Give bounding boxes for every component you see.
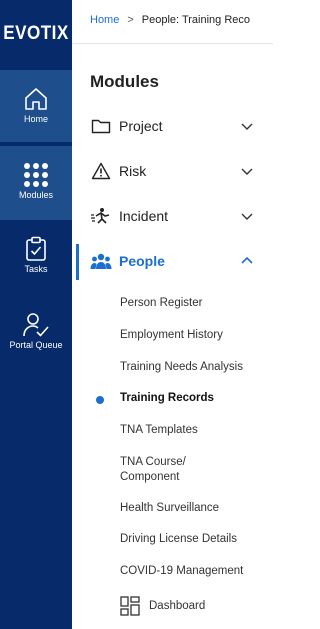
submenu-tna-course-component[interactable]: TNA Course/ Component <box>120 455 186 485</box>
module-incident[interactable]: Incident <box>90 204 260 228</box>
submenu-training-records[interactable]: Training Records <box>120 391 214 406</box>
warning-icon <box>90 161 112 181</box>
left-nav-rail: EVOTIX Home Modules Tasks Portal Queue <box>0 0 72 629</box>
module-project-label: Project <box>119 118 163 134</box>
rail-portal-queue[interactable]: Portal Queue <box>0 312 72 356</box>
breadcrumb-separator: > <box>127 14 134 26</box>
people-icon <box>90 251 112 271</box>
module-risk[interactable]: Risk <box>90 159 260 183</box>
module-incident-label: Incident <box>119 208 169 224</box>
rail-modules[interactable]: Modules <box>0 146 72 220</box>
clipboard-check-icon <box>26 236 46 261</box>
submenu-tna-templates[interactable]: TNA Templates <box>120 423 198 438</box>
grid-dots-icon <box>24 163 48 187</box>
submenu-dashboard-label: Dashboard <box>149 599 206 612</box>
rail-home-label: Home <box>23 114 48 124</box>
dashboard-icon <box>120 596 140 616</box>
breadcrumb-current: People: Training Reco <box>141 14 251 26</box>
module-people[interactable]: People <box>90 249 260 273</box>
chevron-down-icon <box>241 168 253 175</box>
incident-icon <box>90 206 112 226</box>
rail-portal-queue-label: Portal Queue <box>9 340 63 350</box>
chevron-down-icon <box>241 213 253 220</box>
rail-tasks[interactable]: Tasks <box>0 236 72 286</box>
module-risk-label: Risk <box>119 163 147 179</box>
rail-tasks-label: Tasks <box>24 264 48 274</box>
chevron-down-icon <box>241 123 253 130</box>
breadcrumb: Home > People: Training Reco <box>90 14 250 26</box>
active-indicator-bar <box>76 244 79 280</box>
submenu-person-register[interactable]: Person Register <box>120 296 202 311</box>
chevron-up-icon <box>241 256 253 264</box>
submenu-driving-license-details[interactable]: Driving License Details <box>120 532 237 547</box>
submenu-covid-19-management[interactable]: COVID-19 Management <box>120 564 243 579</box>
submenu-dashboard[interactable]: Dashboard <box>120 596 205 616</box>
home-icon <box>25 88 47 110</box>
evotix-logo[interactable]: EVOTIX <box>3 0 69 68</box>
module-project[interactable]: Project <box>90 114 260 138</box>
submenu-training-needs-analysis[interactable]: Training Needs Analysis <box>120 360 243 375</box>
submenu-health-surveillance[interactable]: Health Surveillance <box>120 501 219 516</box>
modules-title: Modules <box>90 72 159 91</box>
active-item-dot <box>96 396 104 404</box>
breadcrumb-home-link[interactable]: Home <box>90 14 119 26</box>
submenu-employment-history[interactable]: Employment History <box>120 328 223 343</box>
rail-modules-label: Modules <box>18 190 54 200</box>
rail-home[interactable]: Home <box>0 70 72 142</box>
user-check-icon <box>23 313 49 337</box>
module-people-label: People <box>119 253 165 269</box>
header-divider <box>72 43 273 44</box>
folder-icon <box>90 116 112 136</box>
